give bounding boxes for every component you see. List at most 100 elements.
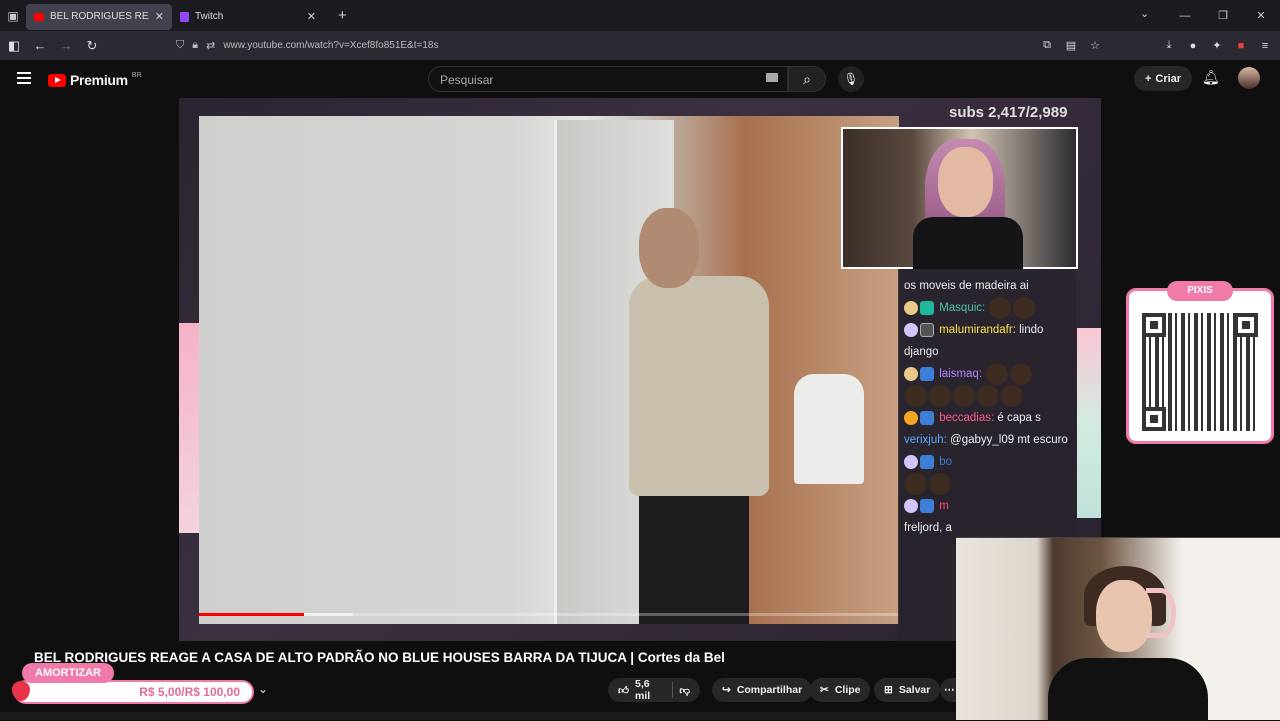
moon-badge-icon xyxy=(904,323,918,337)
close-tab-icon[interactable]: ✕ xyxy=(155,10,164,23)
moon-badge-icon xyxy=(904,455,918,470)
sidebar-icon[interactable]: ◧ xyxy=(2,38,26,54)
amortizar-label: AMORTIZAR xyxy=(22,663,114,683)
cat-emote-icon xyxy=(986,363,1009,386)
forward-icon[interactable]: → xyxy=(54,38,78,53)
extension-badge-icon[interactable]: ■ xyxy=(1234,40,1248,52)
cat-emote-icon xyxy=(929,473,951,496)
browser-nav-bar: ◧ ← → ↻ ⛉ 🔒︎ ⇄ www.youtube.com/watch?v=X… xyxy=(0,31,1280,60)
cat-emote-icon xyxy=(1013,297,1036,319)
more-icon: ⋯ xyxy=(944,684,955,696)
cat-emote-icon xyxy=(929,385,951,408)
video-person xyxy=(639,486,749,624)
account-icon[interactable]: ● xyxy=(1186,40,1200,52)
clip-button[interactable]: ✂ Clipe xyxy=(810,678,871,702)
progress-fill xyxy=(199,613,304,616)
qr-finder xyxy=(1142,313,1166,337)
save-label: Salvar xyxy=(898,684,931,696)
chat-text: é capa s xyxy=(997,412,1041,425)
tab-title: BEL RODRIGUES REAGE A C xyxy=(50,11,149,22)
gift-badge-icon xyxy=(920,301,934,315)
bookmark-star-icon[interactable]: ☆ xyxy=(1088,39,1102,52)
cat-emote-icon xyxy=(905,473,927,496)
chat-text: os moveis de madeira ai xyxy=(904,280,1029,292)
video-person xyxy=(629,276,769,496)
webcam-person xyxy=(1048,658,1208,721)
webcam-person xyxy=(913,217,1023,269)
like-icon[interactable]: 👍︎ xyxy=(618,684,629,697)
like-dislike-group: 👍︎ 5,6 mil 👎︎ xyxy=(608,678,700,702)
chat-username: beccadias: xyxy=(939,412,995,425)
buffer-bar xyxy=(304,613,353,616)
qr-code-icon xyxy=(1142,313,1258,431)
reaction-webcam xyxy=(956,537,1280,721)
more-actions-button[interactable]: ⋯ xyxy=(940,678,956,702)
share-label: Compartilhar xyxy=(736,684,803,696)
picture-in-picture-icon[interactable]: ⧉ xyxy=(1040,39,1054,52)
tab-twitch[interactable]: Twitch ✕ xyxy=(172,4,324,30)
chat-text: freljord, a xyxy=(904,522,952,535)
tab-youtube[interactable]: BEL RODRIGUES REAGE A C ✕ xyxy=(26,3,172,30)
chat-username: verixjuh: xyxy=(904,434,947,447)
tab-list-icon[interactable]: ▣ xyxy=(0,0,26,31)
youtube-favicon-icon xyxy=(34,12,44,21)
video-progress-bar[interactable] xyxy=(199,613,899,616)
amortizar-progress: R$ 5,00/R$ 100,00 xyxy=(14,680,254,704)
webcam-person xyxy=(1096,580,1152,652)
chevron-down-icon[interactable]: ⌄ xyxy=(258,682,268,696)
maximize-icon[interactable]: ❐ xyxy=(1204,9,1242,22)
streamer-webcam xyxy=(841,127,1078,269)
video-chair xyxy=(794,374,864,484)
cat-emote-icon xyxy=(989,297,1012,319)
new-tab-icon[interactable]: + xyxy=(338,7,347,24)
chat-message: verixjuh: @gabyy_l09 mt escuro xyxy=(904,429,1070,451)
reader-icon[interactable]: ▤ xyxy=(1064,39,1078,52)
crown-badge-icon xyxy=(920,499,934,514)
chat-message: m freljord, a xyxy=(904,495,1070,539)
cat-emote-icon xyxy=(1001,385,1023,408)
search-placeholder: Pesquisar xyxy=(440,73,494,87)
youtube-logo[interactable]: Premium BR xyxy=(48,72,142,88)
create-label: Criar xyxy=(1155,72,1182,85)
create-button[interactable]: + Criar xyxy=(1134,66,1192,91)
address-bar[interactable]: ⛉ 🔒︎ ⇄ www.youtube.com/watch?v=Xcef8fo85… xyxy=(176,34,1076,56)
crown-badge-icon xyxy=(920,455,934,470)
plus-icon: + xyxy=(1144,72,1152,85)
clip-label: Clipe xyxy=(834,684,861,696)
divider xyxy=(672,682,674,698)
like-count[interactable]: 5,6 mil xyxy=(635,678,666,702)
search-input[interactable]: Pesquisar xyxy=(428,66,788,92)
chat-message: beccadias: é capa s xyxy=(904,407,1070,429)
lock-icon: 🔒︎ xyxy=(192,38,199,51)
keyboard-icon[interactable] xyxy=(766,73,778,82)
save-button[interactable]: ⊞ Salvar xyxy=(874,678,941,702)
badge-icon xyxy=(904,367,918,382)
chevron-down-icon[interactable]: ⌄ xyxy=(1140,7,1149,20)
minimize-icon[interactable]: — xyxy=(1166,10,1204,22)
close-window-icon[interactable]: ✕ xyxy=(1242,9,1280,22)
video-title: BEL RODRIGUES REAGE A CASA DE ALTO PADRÃ… xyxy=(34,650,725,665)
cat-emote-icon xyxy=(1010,363,1033,386)
voice-search-button[interactable]: 🎙︎ xyxy=(838,66,864,92)
notifications-bell-icon[interactable]: 🔔︎ xyxy=(1202,69,1220,86)
downloads-icon[interactable]: ⤓ xyxy=(1162,39,1176,52)
badge-icon xyxy=(904,301,918,315)
permissions-icon: ⇄ xyxy=(206,39,216,52)
microphone-icon: 🎙︎ xyxy=(843,72,859,86)
chat-message: bo xyxy=(904,451,1070,496)
dislike-icon[interactable]: 👎︎ xyxy=(679,684,690,697)
overlay-decoration xyxy=(1077,328,1101,518)
extensions-icon[interactable]: ✦ xyxy=(1210,39,1224,52)
search-button[interactable]: ⌕ xyxy=(788,66,826,92)
mod-badge-icon xyxy=(920,323,934,337)
webcam-person xyxy=(938,147,993,217)
back-icon[interactable]: ← xyxy=(28,38,52,53)
hamburger-menu-icon[interactable] xyxy=(17,72,31,84)
share-button[interactable]: ↪ Compartilhar xyxy=(712,678,813,702)
close-tab-icon[interactable]: ✕ xyxy=(307,10,316,23)
crown-badge-icon xyxy=(920,411,934,426)
menu-icon[interactable]: ≡ xyxy=(1258,40,1272,52)
avatar[interactable] xyxy=(1238,67,1260,89)
reload-icon[interactable]: ↻ xyxy=(80,38,104,54)
qr-label: PIXIS xyxy=(1167,281,1233,301)
